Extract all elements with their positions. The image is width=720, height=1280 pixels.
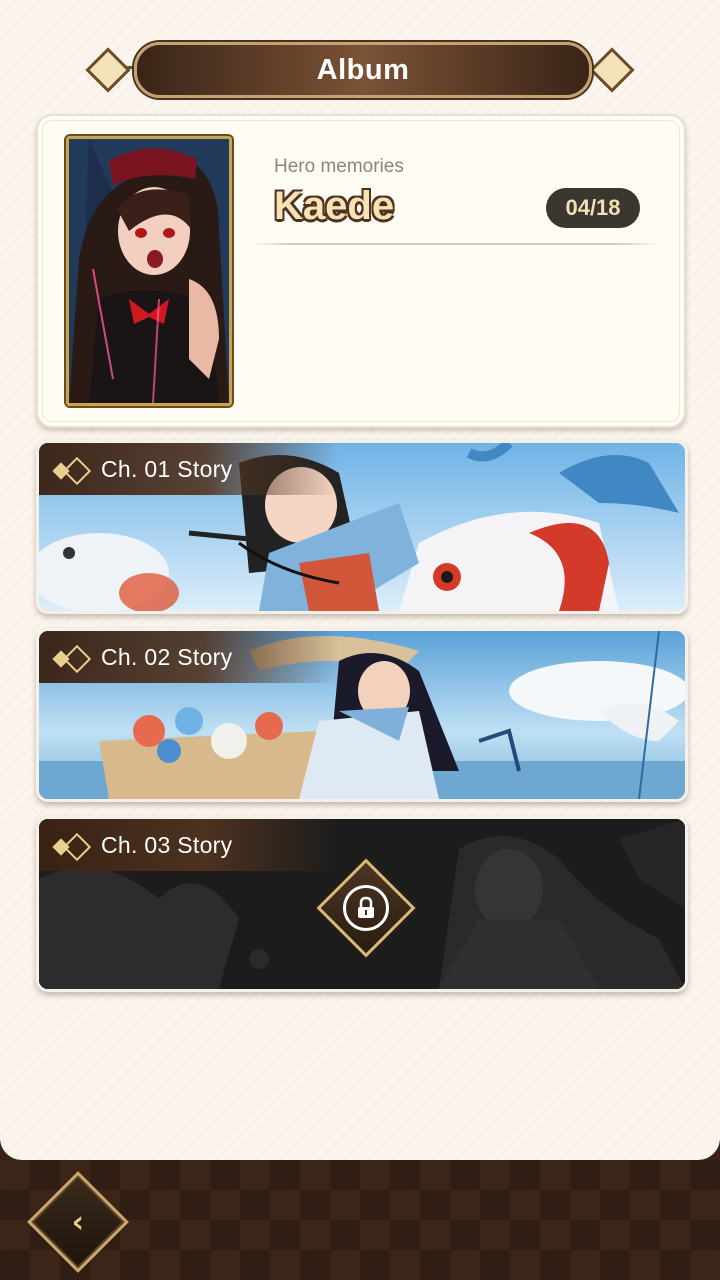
- chapter-label: Ch. 02 Story: [101, 643, 233, 670]
- chapter-label: Ch. 01 Story: [101, 455, 233, 482]
- chevron-diamond-icon: [51, 449, 92, 489]
- title-banner: Album: [84, 40, 636, 98]
- chapter-card-03-locked[interactable]: Ch. 03 Story: [36, 816, 688, 992]
- chapter-card-02[interactable]: Ch. 02 Story: [36, 628, 688, 802]
- hero-portrait[interactable]: [66, 136, 232, 406]
- title-ornament-diamond: [85, 47, 131, 93]
- chapter-tab: Ch. 03 Story: [39, 819, 339, 871]
- hero-memories-label: Hero memories: [274, 156, 404, 177]
- lock-icon: [343, 885, 389, 931]
- chevron-diamond-icon: [51, 637, 92, 677]
- divider: [250, 243, 658, 245]
- chapter-tab: Ch. 02 Story: [39, 631, 339, 683]
- chapter-label: Ch. 03 Story: [101, 831, 233, 858]
- chapter-tab: Ch. 01 Story: [39, 443, 339, 495]
- chevron-diamond-icon: [51, 825, 92, 865]
- hero-portrait-art: [69, 139, 229, 403]
- page-title: Album: [316, 53, 410, 86]
- memories-count-badge: 04/18: [546, 188, 640, 228]
- title-bar: Album: [134, 42, 592, 98]
- back-arrow-icon: ‹: [71, 1204, 85, 1240]
- hero-name: Kaede: [274, 184, 395, 228]
- hero-card: Hero memories Kaede 04/18: [36, 114, 686, 428]
- chapter-card-01[interactable]: Ch. 01 Story: [36, 440, 688, 614]
- title-ornament-diamond: [589, 47, 635, 93]
